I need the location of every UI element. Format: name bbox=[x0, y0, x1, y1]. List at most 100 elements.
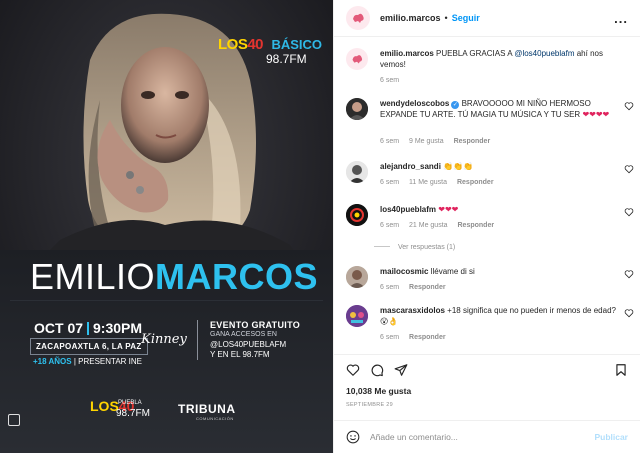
tribuna-logo: TRIBUNA COMUNICACIÓN bbox=[178, 402, 236, 421]
comment-time[interactable]: 6 sem bbox=[380, 334, 399, 341]
comment-meta: 6 sem Responder bbox=[380, 284, 454, 291]
reply-button[interactable]: Responder bbox=[454, 138, 491, 145]
header-dot: • bbox=[444, 13, 448, 23]
los40-avatar-icon bbox=[346, 204, 368, 226]
comment-username[interactable]: mascarasxidolos bbox=[380, 306, 445, 315]
post-sidebar: emilio.marcos • Seguir ... emilio.marcos… bbox=[333, 0, 640, 453]
caption-mention[interactable]: @los40pueblafm bbox=[514, 49, 574, 58]
avatar[interactable] bbox=[346, 98, 368, 120]
caption-text-before: PUEBLA GRACIAS A bbox=[436, 49, 513, 58]
comment-emoji: 👏👏👏 bbox=[443, 162, 474, 171]
more-options-icon[interactable]: ... bbox=[614, 11, 628, 26]
poster-divider bbox=[197, 320, 198, 360]
comments-list[interactable]: emilio.marcos PUEBLA GRACIAS A @los40pue… bbox=[334, 37, 640, 354]
like-comment-heart-icon[interactable] bbox=[624, 269, 634, 279]
comment-username[interactable]: los40pueblafm bbox=[380, 205, 436, 214]
reply-button[interactable]: Responder bbox=[457, 179, 494, 186]
avatar[interactable] bbox=[346, 305, 368, 327]
footer-frequency: 98.7FM bbox=[116, 408, 150, 419]
comment-body: alejandro_sandi 👏👏👏 bbox=[380, 161, 620, 172]
caption-body: emilio.marcos PUEBLA GRACIAS A @los40pue… bbox=[380, 48, 620, 70]
brand-basico: BÁSICO bbox=[271, 37, 323, 52]
tagged-users-icon[interactable] bbox=[8, 414, 20, 426]
poster-text-layer: LOS40 BÁSICO 98.7FM EMILIOMARCOS OCT 07 9… bbox=[0, 0, 333, 453]
event-title: EVENTO GRATUITO bbox=[210, 320, 301, 330]
comment-username[interactable]: wendydeloscobos bbox=[380, 99, 449, 108]
follow-button[interactable]: Seguir bbox=[452, 13, 480, 23]
artist-first-name: EMILIO bbox=[30, 256, 156, 297]
emilio-avatar-icon bbox=[348, 8, 368, 28]
comment-text: +18 significa que no pueden ir menos de … bbox=[447, 306, 616, 315]
caption-username[interactable]: emilio.marcos bbox=[380, 49, 434, 58]
post-date[interactable]: SEPTIEMBRE 29 bbox=[346, 402, 393, 408]
brand-frequency: 98.7FM bbox=[266, 52, 307, 66]
los40-basico-logo: LOS40 BÁSICO 98.7FM bbox=[218, 36, 323, 66]
user-photo-icon bbox=[346, 305, 368, 327]
brand-los: LOS bbox=[218, 36, 248, 53]
comment-username[interactable]: alejandro_sandi bbox=[380, 162, 441, 171]
avatar[interactable] bbox=[346, 6, 370, 30]
avatar[interactable] bbox=[346, 204, 368, 226]
reply-button[interactable]: Responder bbox=[409, 284, 446, 291]
comment-body: los40pueblafm ❤❤❤ bbox=[380, 204, 620, 215]
comment-time[interactable]: 6 sem bbox=[380, 284, 399, 291]
like-comment-heart-icon[interactable] bbox=[624, 164, 634, 174]
avatar[interactable] bbox=[346, 266, 368, 288]
like-count[interactable]: 10,038 Me gusta bbox=[346, 386, 411, 396]
post-media[interactable]: LOS40 BÁSICO 98.7FM EMILIOMARCOS OCT 07 9… bbox=[0, 0, 333, 453]
comment-time[interactable]: 6 sem bbox=[380, 179, 399, 186]
user-photo-icon bbox=[346, 161, 368, 183]
artist-last-name: MARCOS bbox=[155, 256, 319, 297]
like-comment-heart-icon[interactable] bbox=[624, 308, 634, 318]
age-label: +18 AÑOS bbox=[33, 357, 72, 366]
like-comment-heart-icon[interactable] bbox=[624, 101, 634, 111]
emilio-avatar-icon bbox=[348, 50, 366, 68]
event-date: OCT 07 bbox=[34, 320, 84, 336]
tribuna-name: TRIBUNA bbox=[178, 402, 236, 416]
view-replies-label: Ver respuestas (1) bbox=[398, 244, 456, 251]
emoji-smile-icon[interactable] bbox=[346, 430, 360, 444]
comment-emoji: ❤❤❤ bbox=[438, 205, 459, 214]
user-photo-icon bbox=[346, 98, 368, 120]
comment-body: wendydeloscobos ✓ BRAVOOOOO MI NIÑO HERMO… bbox=[380, 98, 620, 120]
los40-puebla-logo: LOS40 PUEBLA 98.7FM bbox=[90, 398, 150, 419]
verified-badge-icon: ✓ bbox=[451, 101, 460, 109]
brand-40: 40 bbox=[247, 36, 264, 53]
avatar[interactable] bbox=[346, 48, 368, 70]
event-line-2: @LOS40PUEBLAFM bbox=[210, 340, 287, 349]
comment-likes[interactable]: 9 Me gusta bbox=[409, 138, 444, 145]
tribuna-subtitle: COMUNICACIÓN bbox=[196, 416, 234, 421]
comment-username[interactable]: mailocosmic bbox=[380, 267, 428, 276]
event-info: EVENTO GRATUITO GANA ACCESOS EN @LOS40PU… bbox=[210, 320, 320, 360]
comment-input[interactable] bbox=[370, 432, 580, 442]
header-username[interactable]: emilio.marcos bbox=[380, 13, 441, 23]
venue-address: ZACAPOAXTLA 6, LA PAZ bbox=[30, 338, 148, 355]
comment-time[interactable]: 6 sem bbox=[380, 222, 399, 229]
view-replies-button[interactable]: Ver respuestas (1) bbox=[374, 244, 455, 251]
comment-likes[interactable]: 11 Me gusta bbox=[409, 179, 447, 186]
comment-meta: 6 sem Responder bbox=[380, 334, 454, 341]
footer-los: LOS bbox=[90, 398, 119, 414]
reply-button[interactable]: Responder bbox=[409, 334, 446, 341]
comment-time[interactable]: 6 sem bbox=[380, 138, 399, 145]
caption-time[interactable]: 6 sem bbox=[380, 77, 399, 84]
bookmark-icon[interactable] bbox=[614, 363, 628, 377]
publish-button[interactable]: Publicar bbox=[594, 432, 628, 442]
comment-text: llévame di si bbox=[430, 267, 475, 276]
comment-meta: 6 sem 21 Me gusta Responder bbox=[380, 222, 502, 229]
share-icon[interactable] bbox=[394, 363, 408, 377]
replies-line bbox=[374, 246, 390, 247]
heart-icon[interactable] bbox=[346, 363, 360, 377]
venue-logo: Kinney bbox=[141, 332, 187, 347]
age-restriction: +18 AÑOS | PRESENTAR INE bbox=[33, 357, 142, 366]
comment-likes[interactable]: 21 Me gusta bbox=[409, 222, 448, 229]
avatar[interactable] bbox=[346, 161, 368, 183]
comment-body: mailocosmic llévame di si bbox=[380, 266, 620, 277]
user-photo-icon bbox=[346, 266, 368, 288]
reply-button[interactable]: Responder bbox=[458, 222, 495, 229]
like-comment-heart-icon[interactable] bbox=[624, 207, 634, 217]
age-note: | PRESENTAR INE bbox=[73, 357, 143, 366]
comment-meta: 6 sem 11 Me gusta Responder bbox=[380, 179, 502, 186]
footer-puebla: PUEBLA bbox=[118, 400, 142, 406]
comment-icon[interactable] bbox=[370, 363, 384, 377]
